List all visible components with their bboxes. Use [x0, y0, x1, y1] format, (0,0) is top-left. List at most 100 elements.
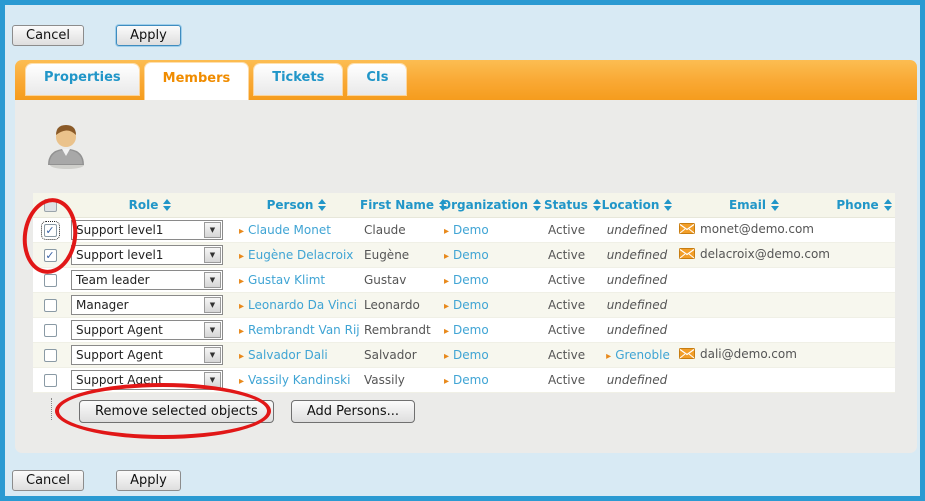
email-text: monet@demo.com [700, 222, 814, 236]
person-link[interactable]: Salvador Dali [248, 348, 328, 362]
status-cell: Active [544, 292, 599, 317]
person-link[interactable]: Rembrandt Van Rijn [248, 323, 360, 337]
column-header-organization[interactable]: Organization [438, 193, 544, 217]
link-arrow-icon: ▸ [606, 351, 611, 362]
sort-arrows-icon [163, 199, 171, 211]
column-header-role[interactable]: Role [67, 193, 233, 217]
person-link[interactable]: Gustav Klimt [248, 273, 325, 287]
location-text: undefined [607, 248, 668, 262]
location-cell: ▸undefined [599, 367, 675, 392]
person-icon [40, 120, 88, 170]
table-row: Team leader ▼ ▸Gustav Klimt Gustav ▸Demo… [33, 267, 895, 292]
apply-button-bottom[interactable]: Apply [116, 470, 181, 491]
status-cell: Active [544, 217, 599, 242]
sort-arrows-icon [664, 199, 672, 211]
envelope-icon [679, 348, 695, 362]
person-link[interactable]: Claude Monet [248, 223, 331, 237]
link-arrow-icon: ▸ [239, 276, 244, 287]
first-name-cell: Eugène [360, 242, 438, 267]
phone-cell [833, 367, 895, 392]
phone-cell [833, 342, 895, 367]
sort-arrows-icon [533, 199, 541, 211]
link-arrow-icon: ▸ [239, 301, 244, 312]
role-select[interactable]: Support Agent ▼ [71, 370, 223, 390]
role-select-value: Support level1 [72, 223, 204, 237]
first-name-cell: Vassily [360, 367, 438, 392]
select-all-checkbox[interactable] [44, 199, 57, 212]
table-row: Support level1 ▼ ▸Claude Monet Claude ▸D… [33, 217, 895, 242]
organization-link[interactable]: Demo [453, 298, 489, 312]
row-checkbox[interactable] [44, 249, 57, 262]
link-arrow-icon: ▸ [444, 251, 449, 262]
add-persons-button[interactable]: Add Persons... [291, 400, 415, 423]
link-arrow-icon: ▸ [444, 301, 449, 312]
column-header-email[interactable]: Email [675, 193, 833, 217]
tab-properties[interactable]: Properties [26, 64, 139, 95]
organization-link[interactable]: Demo [453, 223, 489, 237]
location-cell: ▸undefined [599, 292, 675, 317]
role-select[interactable]: Manager ▼ [71, 295, 223, 315]
location-cell: ▸undefined [599, 217, 675, 242]
location-cell: ▸undefined [599, 267, 675, 292]
role-select[interactable]: Team leader ▼ [71, 270, 223, 290]
link-arrow-icon: ▸ [239, 226, 244, 237]
chevron-down-icon[interactable]: ▼ [204, 272, 221, 288]
person-link[interactable]: Vassily Kandinski [248, 373, 350, 387]
role-select-value: Support Agent [72, 373, 204, 387]
focus-artifact [51, 398, 53, 420]
cancel-button-bottom[interactable]: Cancel [12, 470, 84, 491]
role-select[interactable]: Support Agent ▼ [71, 345, 223, 365]
person-link[interactable]: Leonardo Da Vinci [248, 298, 357, 312]
row-checkbox[interactable] [44, 349, 57, 362]
phone-cell [833, 267, 895, 292]
chevron-down-icon[interactable]: ▼ [204, 322, 221, 338]
tab-members[interactable]: Members [145, 63, 249, 100]
person-link[interactable]: Eugène Delacroix [248, 248, 353, 262]
chevron-down-icon[interactable]: ▼ [204, 297, 221, 313]
window-background: Cancel Apply Properties Members Tickets … [5, 5, 920, 496]
phone-cell [833, 317, 895, 342]
column-header-location[interactable]: Location [599, 193, 675, 217]
cancel-button-top[interactable]: Cancel [12, 25, 84, 46]
column-header-phone[interactable]: Phone [833, 193, 895, 217]
chevron-down-icon[interactable]: ▼ [204, 372, 221, 388]
role-select[interactable]: Support level1 ▼ [71, 245, 223, 265]
phone-cell [833, 217, 895, 242]
chevron-down-icon[interactable]: ▼ [204, 222, 221, 238]
location-text: undefined [607, 223, 668, 237]
bottom-toolbar: Cancel Apply [12, 469, 181, 491]
tab-tickets[interactable]: Tickets [254, 64, 342, 95]
remove-selected-button[interactable]: Remove selected objects [79, 400, 274, 423]
link-arrow-icon: ▸ [444, 376, 449, 387]
organization-link[interactable]: Demo [453, 348, 489, 362]
location-text: undefined [607, 273, 668, 287]
link-arrow-icon: ▸ [239, 376, 244, 387]
column-header-first-name[interactable]: First Name [360, 193, 438, 217]
role-select-value: Support Agent [72, 348, 204, 362]
organization-link[interactable]: Demo [453, 248, 489, 262]
organization-link[interactable]: Demo [453, 373, 489, 387]
role-select[interactable]: Support Agent ▼ [71, 320, 223, 340]
top-toolbar: Cancel Apply [12, 24, 181, 46]
sort-arrows-icon [593, 199, 601, 211]
chevron-down-icon[interactable]: ▼ [204, 347, 221, 363]
row-checkbox[interactable] [44, 274, 57, 287]
first-name-cell: Claude [360, 217, 438, 242]
organization-link[interactable]: Demo [453, 323, 489, 337]
chevron-down-icon[interactable]: ▼ [204, 247, 221, 263]
column-header-person[interactable]: Person [233, 193, 360, 217]
sort-arrows-icon [884, 199, 892, 211]
row-checkbox[interactable] [44, 299, 57, 312]
link-arrow-icon: ▸ [444, 326, 449, 337]
link-arrow-icon: ▸ [444, 276, 449, 287]
column-header-status[interactable]: Status [544, 193, 599, 217]
tab-cis[interactable]: CIs [348, 64, 406, 95]
row-checkbox[interactable] [44, 374, 57, 387]
row-checkbox[interactable] [44, 324, 57, 337]
apply-button-top[interactable]: Apply [116, 25, 181, 46]
role-select[interactable]: Support level1 ▼ [71, 220, 223, 240]
status-cell: Active [544, 317, 599, 342]
location-text: undefined [607, 298, 668, 312]
organization-link[interactable]: Demo [453, 273, 489, 287]
row-checkbox[interactable] [44, 224, 57, 237]
